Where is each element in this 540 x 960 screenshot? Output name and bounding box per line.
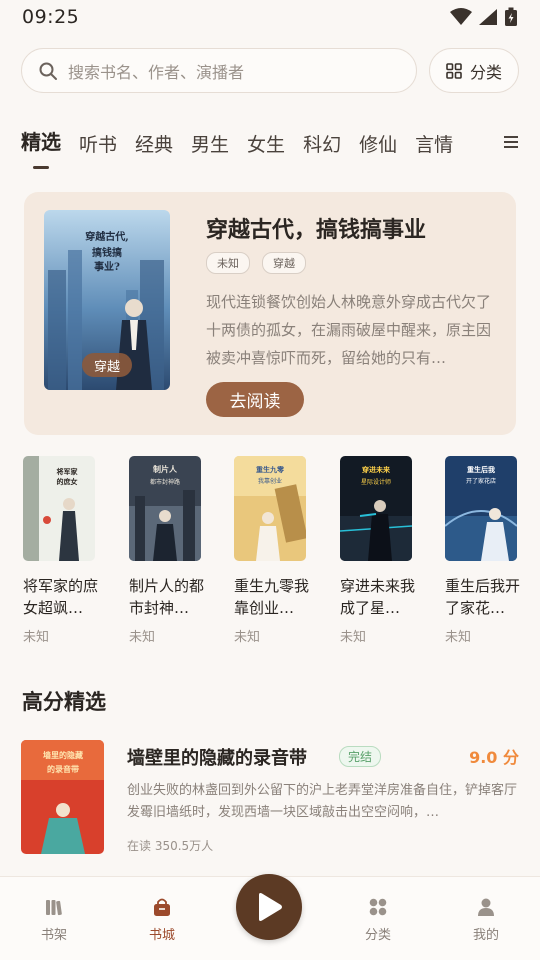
search-input[interactable]: 搜索书名、作者、演播者 — [21, 48, 417, 93]
tab-xianxia[interactable]: 修仙 — [359, 124, 397, 157]
play-icon — [259, 893, 282, 921]
rating-score: 9.0 分 — [469, 748, 519, 767]
tab-romance[interactable]: 言情 — [415, 124, 453, 157]
tab-scifi[interactable]: 科幻 — [303, 124, 341, 157]
featured-book-cover[interactable]: 穿越古代, 搞钱搞 事业? 穿越 — [44, 210, 170, 390]
person-icon — [478, 898, 494, 916]
play-button[interactable] — [236, 874, 302, 940]
book-author: 未知 — [340, 630, 367, 645]
book-author: 未知 — [445, 630, 472, 645]
category-button[interactable]: 分类 — [429, 48, 519, 93]
reader-count: 在读 350.5万人 — [127, 839, 214, 853]
book-item[interactable]: 制片人 都市封神路 制片人的都市封神… 未知 — [129, 456, 204, 645]
search-row: 搜索书名、作者、演播者 分类 — [21, 48, 519, 93]
book-cover[interactable]: 重生九零 我靠创业 — [234, 456, 306, 561]
nav-label: 书城 — [148, 928, 175, 943]
nav-label: 我的 — [472, 928, 499, 943]
book-item[interactable]: 重生九零 我靠创业 重生九零我靠创业… 未知 — [234, 456, 309, 645]
cover-title-text-2: 搞钱搞 — [92, 246, 122, 259]
books-icon — [46, 900, 62, 916]
tab-male[interactable]: 男生 — [191, 124, 229, 157]
search-icon — [39, 62, 57, 80]
status-time: 09:25 — [22, 6, 80, 28]
svg-text:将军家: 将军家 — [57, 467, 79, 476]
battery-icon — [505, 7, 517, 26]
tab-classics[interactable]: 经典 — [135, 124, 173, 157]
svg-text:的录音带: 的录音带 — [47, 764, 79, 774]
nav-label: 书架 — [40, 928, 67, 943]
book-title: 制片人的都市封神… — [129, 577, 205, 617]
top-rated-book-cover[interactable]: 墙里的隐藏 的录音带 — [21, 740, 104, 854]
svg-text:制片人: 制片人 — [153, 464, 178, 474]
nav-category[interactable]: 分类 — [348, 897, 408, 943]
book-row: 将军家 的庶女 将军家的庶女超飒… 未知 制片人 都市封神路 制片人的都市封神…… — [23, 456, 520, 646]
svg-text:墙里的隐藏: 墙里的隐藏 — [43, 750, 83, 760]
read-button[interactable]: 去阅读 — [206, 382, 304, 417]
cover-title-text-3: 事业? — [94, 260, 120, 273]
tab-featured[interactable]: 精选 — [21, 124, 61, 155]
svg-text:重生后我: 重生后我 — [467, 465, 495, 474]
book-title: 重生九零我靠创业… — [234, 577, 310, 617]
top-rated-book-description: 创业失败的林盏回到外公留下的沪上老弄堂洋房准备自住，铲掉客厅发霉旧墙纸时，发现西… — [127, 783, 518, 820]
status-icons — [450, 7, 518, 27]
book-author: 未知 — [23, 630, 50, 645]
status-bar: 09:25 — [0, 0, 540, 34]
cover-genre-badge: 穿越 — [82, 353, 132, 377]
book-title: 将军家的庶女超飒… — [23, 577, 99, 617]
book-title: 重生后我开了家花… — [445, 577, 521, 617]
status-badge: 完结 — [339, 746, 382, 767]
tab-audiobooks[interactable]: 听书 — [79, 124, 117, 157]
wifi-icon — [450, 8, 472, 25]
tab-female[interactable]: 女生 — [247, 124, 285, 157]
book-item[interactable]: 穿进未来 星际设计师 穿进未来我成了星… 未知 — [340, 456, 415, 645]
book-cover[interactable]: 将军家 的庶女 — [23, 456, 95, 561]
search-placeholder: 搜索书名、作者、演播者 — [68, 62, 245, 82]
nav-bookstore[interactable]: 书城 — [132, 897, 192, 943]
top-rated-book-title[interactable]: 墙壁里的隐藏的录音带 — [127, 744, 307, 770]
category-button-label: 分类 — [469, 62, 502, 82]
svg-text:穿进未来: 穿进未来 — [362, 465, 391, 474]
book-item[interactable]: 重生后我 开了家花店 重生后我开了家花… 未知 — [445, 456, 520, 645]
top-rated-book-item[interactable]: 墙里的隐藏 的录音带 墙壁里的隐藏的录音带 完结 9.0 分 创业失败的林盏回到… — [21, 740, 519, 855]
nav-label: 分类 — [364, 928, 391, 943]
nav-bookshelf[interactable]: 书架 — [24, 897, 84, 943]
svg-text:重生九零: 重生九零 — [256, 465, 285, 474]
menu-icon[interactable] — [503, 135, 519, 149]
book-author: 未知 — [129, 630, 156, 645]
genre-tag: 穿越 — [262, 252, 306, 274]
bag-icon — [154, 898, 170, 916]
book-cover[interactable]: 穿进未来 星际设计师 — [340, 456, 412, 561]
book-title: 穿进未来我成了星… — [340, 577, 416, 617]
svg-text:的庶女: 的庶女 — [57, 477, 78, 486]
category-tabs: 精选 听书 经典 男生 女生 科幻 修仙 言情 — [21, 124, 519, 164]
featured-book-description: 现代连锁餐饮创始人林晚意外穿成古代欠了十两债的孤女，在漏雨破屋中醒来，原主因被卖… — [206, 293, 492, 367]
author-tag: 未知 — [206, 252, 250, 274]
svg-text:我靠创业: 我靠创业 — [258, 477, 282, 485]
grid-icon — [446, 62, 462, 79]
cover-title-text: 穿越古代, — [85, 230, 128, 243]
book-cover[interactable]: 重生后我 开了家花店 — [445, 456, 517, 561]
book-author: 未知 — [234, 630, 261, 645]
featured-book-title[interactable]: 穿越古代，搞钱搞事业 — [206, 212, 426, 244]
section-title: 高分精选 — [22, 690, 106, 714]
nav-profile[interactable]: 我的 — [456, 897, 516, 943]
book-cover[interactable]: 制片人 都市封神路 — [129, 456, 201, 561]
grid-dots-icon — [369, 898, 387, 916]
svg-text:星际设计师: 星际设计师 — [361, 478, 391, 486]
signal-icon — [479, 9, 497, 25]
svg-text:都市封神路: 都市封神路 — [150, 478, 180, 486]
featured-book-card[interactable]: 穿越古代, 搞钱搞 事业? 穿越 穿越古代，搞钱搞事业 未知 穿越 现代连锁餐饮… — [24, 192, 516, 435]
book-item[interactable]: 将军家 的庶女 将军家的庶女超飒… 未知 — [23, 456, 98, 645]
featured-book-tags: 未知 穿越 — [206, 252, 306, 274]
svg-text:开了家花店: 开了家花店 — [466, 477, 496, 485]
